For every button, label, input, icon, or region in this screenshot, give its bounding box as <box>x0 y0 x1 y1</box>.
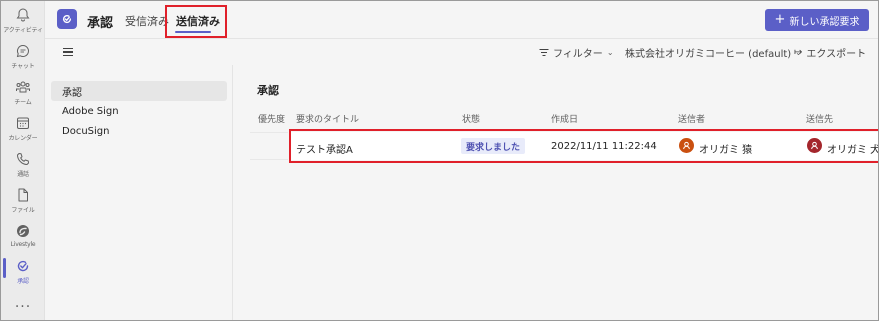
filter-label: フィルター <box>553 49 603 60</box>
rail-item-calendar[interactable]: カレンダー <box>1 115 45 147</box>
sender-avatar <box>679 138 694 153</box>
rail-label: カレンダー <box>8 135 38 142</box>
export-icon: ↦ <box>794 47 803 58</box>
more-apps-button[interactable]: ... <box>1 295 45 311</box>
filter-icon <box>539 49 549 56</box>
tab-received[interactable]: 受信済み <box>125 13 169 29</box>
export-label: エクスポート <box>806 49 867 60</box>
chevron-down-icon: ⌄ <box>606 48 614 57</box>
bell-icon <box>16 8 30 22</box>
column-header-created[interactable]: 作成日 <box>551 112 578 125</box>
hamburger-menu-icon[interactable] <box>63 48 73 56</box>
new-approval-request-label: 新しい承認要求 <box>789 16 860 28</box>
organization-dropdown[interactable]: 株式会社オリガミコーヒー (default) ⌄ <box>625 45 802 60</box>
rail-item-teams[interactable]: チーム <box>1 79 45 111</box>
app-rail: アクティビティ チャット チーム カレンダー 通話 ファイル Livestyle <box>1 1 45 320</box>
column-header-title[interactable]: 要求のタイトル <box>296 112 359 125</box>
approvals-subnav: 承認 Adobe Sign DocuSign <box>45 65 233 320</box>
rail-label: ファイル <box>11 207 35 214</box>
rail-item-approvals[interactable]: 承認 <box>1 258 45 290</box>
status-badge: 要求しました <box>461 138 526 154</box>
plus-icon: + <box>774 12 786 27</box>
sender-name: オリガミ 猿 <box>699 145 753 156</box>
export-button[interactable]: ↦ エクスポート <box>794 45 866 60</box>
rail-label: 承認 <box>17 278 29 285</box>
app-header: 承認 受信済み 送信済み + 新しい承認要求 <box>45 1 878 39</box>
rail-item-activity[interactable]: アクティビティ <box>1 7 45 39</box>
livestyle-icon <box>17 225 29 237</box>
new-approval-request-button[interactable]: + 新しい承認要求 <box>765 9 869 31</box>
recipient-name: オリガミ 犬 <box>827 145 879 156</box>
column-header-sender[interactable]: 送信者 <box>678 112 705 125</box>
filter-button[interactable]: フィルター ⌄ <box>539 45 614 60</box>
rail-label: Livestyle <box>10 241 36 248</box>
file-icon <box>18 188 28 202</box>
subnav-item-approvals[interactable]: 承認 <box>51 81 227 101</box>
rail-item-calls[interactable]: 通話 <box>1 151 45 183</box>
column-header-recipient[interactable]: 送信先 <box>806 112 833 125</box>
column-header-status[interactable]: 状態 <box>462 112 480 125</box>
approvals-app-icon <box>57 9 77 29</box>
subnav-item-docusign[interactable]: DocuSign <box>51 121 227 141</box>
priority-cell <box>250 132 288 160</box>
rail-item-files[interactable]: ファイル <box>1 187 45 219</box>
phone-icon <box>17 153 29 165</box>
recipient-avatar <box>807 138 822 153</box>
chat-icon <box>16 44 29 58</box>
section-title: 承認 <box>257 84 279 97</box>
calendar-icon <box>17 117 29 129</box>
organization-label: 株式会社オリガミコーヒー (default) <box>625 49 792 60</box>
toolbar: フィルター ⌄ 株式会社オリガミコーヒー (default) ⌄ ↦ エクスポー… <box>45 39 878 65</box>
rail-item-chat[interactable]: チャット <box>1 43 45 75</box>
subnav-item-adobe-sign[interactable]: Adobe Sign <box>51 101 227 121</box>
teams-icon <box>16 81 30 93</box>
rail-label: 通話 <box>17 171 29 178</box>
rail-label: アクティビティ <box>3 27 43 34</box>
rail-label: チャット <box>11 63 35 70</box>
approvals-icon <box>17 260 29 272</box>
column-header-priority[interactable]: 優先度 <box>258 112 285 125</box>
table-row[interactable]: テスト承認A 要求しました 2022/11/11 11:22:44 オリガミ 猿… <box>289 132 879 160</box>
rail-label: チーム <box>14 99 32 106</box>
active-tab-indicator <box>175 31 211 33</box>
created-date: 2022/11/11 11:22:44 <box>551 141 657 152</box>
request-title: テスト承認A <box>296 145 353 156</box>
rail-item-livestyle[interactable]: Livestyle <box>1 223 45 255</box>
app-window: アクティビティ チャット チーム カレンダー 通話 ファイル Livestyle <box>0 0 879 321</box>
app-title: 承認 <box>87 16 114 31</box>
approvals-list-panel: 承認 優先度 要求のタイトル 状態 作成日 送信者 送信先 テスト承認A 要求し… <box>234 65 879 320</box>
tab-sent[interactable]: 送信済み <box>176 13 220 29</box>
